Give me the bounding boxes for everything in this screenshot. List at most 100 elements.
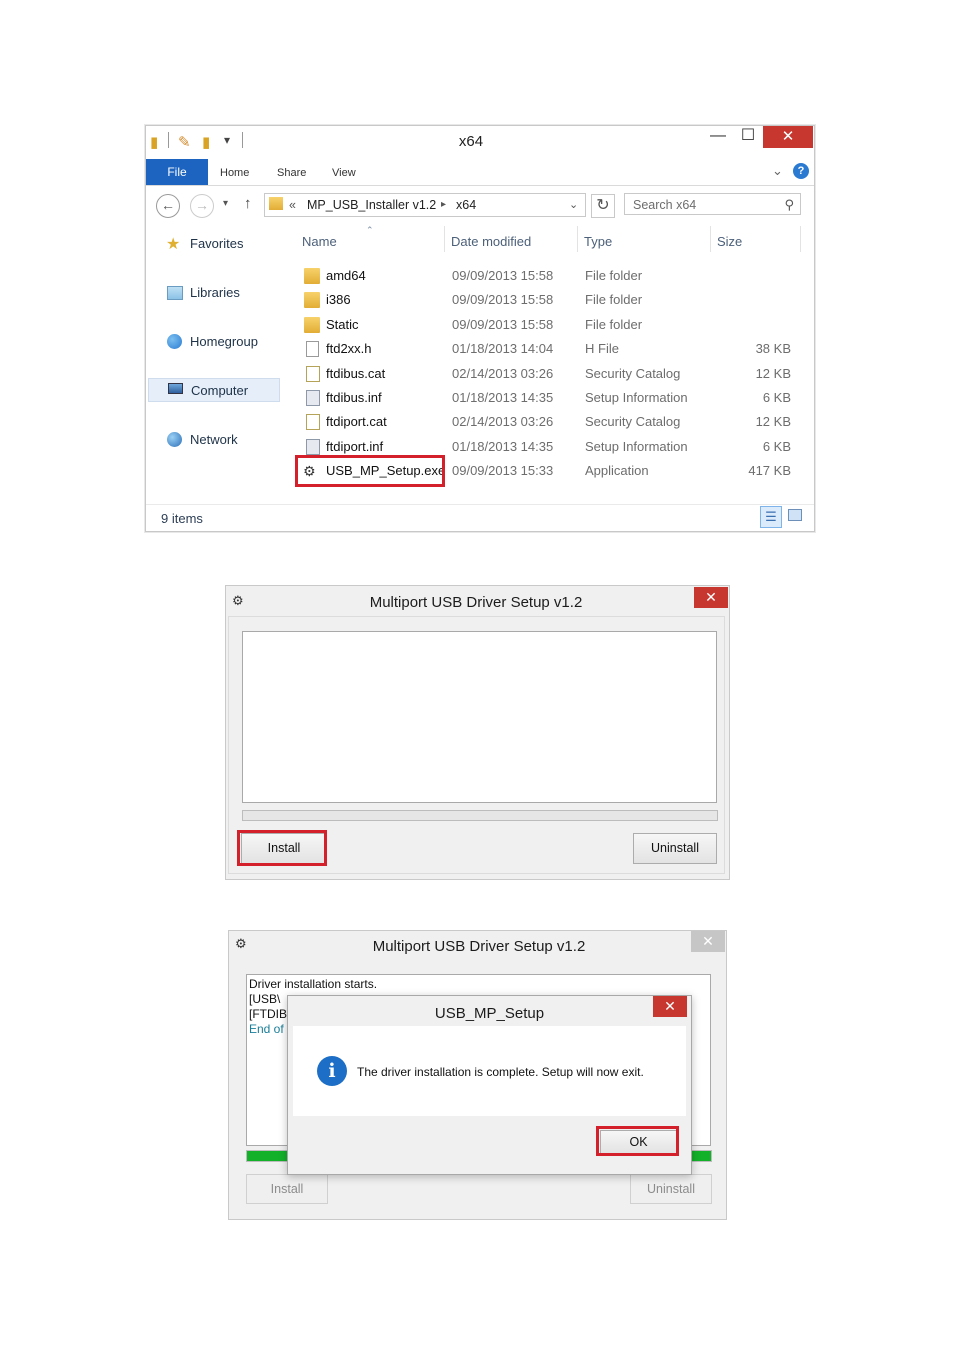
file-type: File folder (585, 316, 643, 332)
nav-item-label: Homegroup (190, 334, 258, 349)
column-header-name[interactable]: Name (302, 234, 337, 249)
tab-file[interactable]: File (146, 159, 208, 185)
file-type: Setup Information (585, 390, 688, 405)
security-catalog-icon (306, 365, 320, 382)
tab-view[interactable]: View (332, 167, 356, 179)
file-type: H File (585, 341, 619, 357)
search-icon[interactable]: ⚲ (784, 194, 794, 216)
folder-icon (304, 292, 320, 309)
setup-information-icon (306, 390, 320, 406)
expand-ribbon-icon[interactable]: ⌄ (772, 163, 783, 179)
column-header-date[interactable]: Date modified (451, 234, 531, 249)
navigation-pane: ★ Favorites Libraries Homegroup Computer… (146, 226, 286, 502)
close-button[interactable]: ✕ (694, 587, 728, 608)
file-name: ftdiport.inf (326, 438, 384, 454)
breadcrumb-current[interactable]: x64 (456, 194, 476, 216)
breadcrumb-parent[interactable]: MP_USB_Installer v1.2 (307, 194, 436, 216)
column-divider[interactable] (710, 226, 711, 252)
properties-icon[interactable]: ✎ (178, 133, 191, 151)
close-button[interactable]: ✕ (763, 126, 813, 148)
computer-icon (168, 383, 183, 394)
file-name: Static (326, 316, 359, 332)
column-divider[interactable] (800, 226, 801, 252)
log-line: Driver installation starts. (249, 977, 378, 991)
file-date-modified: 02/14/2013 03:26 (452, 414, 554, 430)
large-icons-view-icon[interactable] (788, 509, 802, 521)
file-row[interactable]: Static 09/09/2013 15:58 File folder (298, 316, 798, 341)
forward-arrow-icon[interactable]: → (190, 194, 214, 218)
column-header-size[interactable]: Size (717, 234, 742, 249)
column-divider[interactable] (577, 226, 578, 252)
status-bar: 9 items ☰ (146, 504, 814, 531)
file-size: 6 KB (762, 390, 791, 405)
file-date-modified: 01/18/2013 14:35 (452, 390, 554, 405)
file-row[interactable]: ftdibus.inf 01/18/2013 14:35 Setup Informa… (298, 390, 798, 414)
file-name: i386 (326, 292, 351, 308)
nav-item-label: Network (190, 432, 238, 447)
install-button[interactable]: Install (246, 1174, 328, 1204)
file-name: ftdibus.cat (326, 365, 386, 381)
minimize-button[interactable]: — (702, 126, 734, 148)
file-size: 6 KB (762, 438, 791, 454)
file-row[interactable]: ftdiport.cat 02/14/2013 03:26 Security Cat… (298, 414, 798, 438)
dialog-title: Multiport USB Driver Setup v1.2 (372, 938, 586, 955)
file-type: File folder (585, 292, 643, 308)
file-row[interactable]: ftd2xx.h 01/18/2013 14:04 H File 38 KB (298, 341, 798, 365)
tab-share[interactable]: Share (277, 167, 306, 179)
address-dropdown-icon[interactable]: ⌄ (569, 194, 578, 216)
search-input[interactable]: Search x64 ⚲ (624, 193, 801, 215)
information-icon: i (317, 1056, 347, 1086)
recent-locations-icon[interactable]: ▾ (223, 198, 228, 209)
nav-item-label: Libraries (190, 285, 240, 300)
dialog-title: Multiport USB Driver Setup v1.2 (369, 594, 583, 611)
uninstall-button[interactable]: Uninstall (630, 1174, 712, 1204)
file-row[interactable]: ftdibus.cat 02/14/2013 03:26 Security Cata… (298, 365, 798, 390)
file-date-modified: 09/09/2013 15:33 (452, 463, 554, 479)
tab-home[interactable]: Home (220, 167, 249, 179)
file-type: Security Catalog (585, 365, 681, 381)
breadcrumb-separator-icon: ▸ (441, 199, 447, 210)
folder-icon (304, 316, 320, 333)
maximize-button[interactable]: ☐ (732, 126, 764, 148)
file-type: File folder (585, 268, 643, 283)
file-row[interactable]: i386 09/09/2013 15:58 File folder (298, 292, 798, 316)
log-output[interactable] (242, 631, 717, 803)
file-date-modified: 09/09/2013 15:58 (452, 316, 554, 332)
up-arrow-icon[interactable]: ↑ (244, 195, 252, 212)
back-arrow-icon[interactable]: ← (156, 194, 180, 218)
setup-dialog: ⚙ Multiport USB Driver Setup v1.2 ✕ Inst… (225, 585, 730, 880)
setup-dialog-completed: ⚙ Multiport USB Driver Setup v1.2 ✕ Driv… (228, 930, 727, 1220)
file-name: ftd2xx.h (326, 341, 372, 357)
toolbar-divider (242, 132, 243, 148)
folder-icon: ▮ (150, 134, 159, 151)
highlight-box (295, 455, 445, 487)
breadcrumb-overflow-icon[interactable]: « (289, 194, 296, 216)
sort-ascending-icon: ⌃ (366, 225, 374, 235)
file-date-modified: 01/18/2013 14:04 (452, 341, 554, 357)
document-icon (306, 341, 319, 358)
help-icon[interactable]: ? (793, 163, 809, 179)
nav-item-computer[interactable]: Computer (148, 378, 280, 402)
file-date-modified: 09/09/2013 15:58 (452, 292, 554, 308)
customize-toolbar-icon[interactable]: ▾ (224, 133, 230, 147)
uninstall-button[interactable]: Uninstall (633, 833, 717, 864)
libraries-icon (167, 286, 183, 300)
file-size: 12 KB (755, 414, 791, 430)
new-folder-icon[interactable]: ▮ (202, 133, 210, 151)
nav-item-label: Favorites (190, 236, 244, 251)
log-line: [USB\ (249, 992, 281, 1006)
details-view-icon[interactable]: ☰ (760, 506, 782, 528)
setup-information-icon (306, 438, 320, 455)
file-name: ftdibus.inf (326, 390, 382, 405)
column-divider[interactable] (444, 226, 445, 252)
highlight-box (237, 830, 327, 866)
column-header-type[interactable]: Type (584, 234, 612, 249)
nav-item-label: Computer (191, 383, 249, 398)
refresh-icon[interactable]: ↻ (591, 194, 615, 218)
close-button[interactable]: ✕ (653, 996, 687, 1017)
address-bar[interactable]: « MP_USB_Installer v1.2 ▸ x64 ⌄ (264, 193, 586, 217)
close-button[interactable]: ✕ (691, 931, 725, 952)
file-row[interactable]: amd64 09/09/2013 15:58 File folder (298, 268, 798, 292)
file-date-modified: 02/14/2013 03:26 (452, 365, 554, 381)
progress-bar (242, 810, 718, 821)
